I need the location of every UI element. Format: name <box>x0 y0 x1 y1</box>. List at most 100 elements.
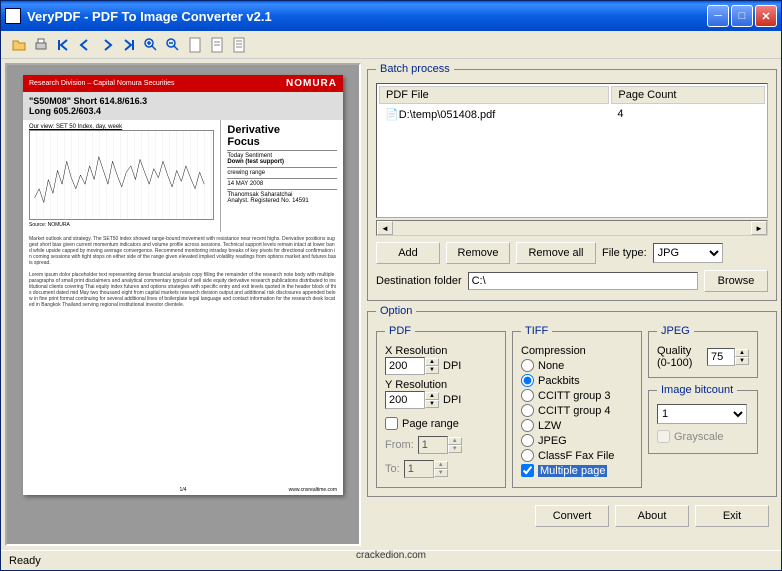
remove-button[interactable]: Remove <box>446 242 510 264</box>
col-pdf-file[interactable]: PDF File <box>379 86 609 104</box>
compression-label: Compression <box>521 345 633 357</box>
from-label: From: <box>385 439 414 451</box>
xres-input[interactable] <box>385 357 425 375</box>
packbits-radio[interactable] <box>521 374 534 387</box>
page-c-icon[interactable] <box>229 35 249 55</box>
to-down-icon: ▼ <box>434 469 448 477</box>
yres-down-icon[interactable]: ▼ <box>425 400 439 408</box>
lzw-radio[interactable] <box>521 419 534 432</box>
classf-radio[interactable] <box>521 449 534 462</box>
removeall-button[interactable]: Remove all <box>516 242 596 264</box>
last-page-icon[interactable] <box>119 35 139 55</box>
h-scrollbar[interactable]: ◄ ► <box>376 220 768 236</box>
tiff-legend: TIFF <box>521 325 552 337</box>
pdf-body-text: Market outlook and strategy. The SET50 i… <box>23 232 343 312</box>
option-group: Option PDF X Resolution ▲▼ DPI Y Resolut… <box>367 305 777 497</box>
side-h1: Derivative <box>227 124 337 136</box>
from-up-icon: ▲ <box>448 437 462 445</box>
to-up-icon: ▲ <box>434 461 448 469</box>
from-input <box>418 436 448 454</box>
none-radio[interactable] <box>521 359 534 372</box>
maximize-button[interactable]: □ <box>731 5 753 27</box>
scroll-right-icon[interactable]: ► <box>751 221 767 235</box>
jpeg-radio[interactable] <box>521 434 534 447</box>
quality-label: Quality (0-100) <box>657 345 703 369</box>
pagerange-check[interactable] <box>385 417 398 430</box>
page-b-icon[interactable] <box>207 35 227 55</box>
xres-up-icon[interactable]: ▲ <box>425 358 439 366</box>
side-h2: Focus <box>227 136 337 148</box>
status-bar: Ready crackedion.com <box>1 550 781 570</box>
tiff-group: TIFF Compression None Packbits CCITT gro… <box>512 325 642 488</box>
pdf-title-2: Long 605.2/603.4 <box>29 106 337 116</box>
exit-button[interactable]: Exit <box>695 505 769 527</box>
browse-button[interactable]: Browse <box>704 270 768 292</box>
toolbar <box>1 31 781 59</box>
jpeg-comp-label: JPEG <box>538 435 567 447</box>
filetype-select[interactable]: JPG <box>653 243 723 263</box>
quality-down-icon[interactable]: ▼ <box>735 357 749 365</box>
scroll-left-icon[interactable]: ◄ <box>377 221 393 235</box>
strategy: crewing range <box>227 167 337 176</box>
batch-legend: Batch process <box>376 63 454 75</box>
to-label: To: <box>385 463 400 475</box>
analyst-1: Thanomsak Saharatchai <box>227 189 337 198</box>
col-page-count[interactable]: Page Count <box>611 86 765 104</box>
lzw-label: LZW <box>538 420 561 432</box>
bitcount-select[interactable]: 1 <box>657 404 747 424</box>
yres-up-icon[interactable]: ▲ <box>425 392 439 400</box>
file-page-count: 4 <box>611 106 765 123</box>
ccitt4-label: CCITT group 4 <box>538 405 611 417</box>
prev-page-icon[interactable] <box>75 35 95 55</box>
multipage-label: Multiple page <box>538 465 607 477</box>
first-page-icon[interactable] <box>53 35 73 55</box>
app-icon <box>5 8 21 24</box>
dest-label: Destination folder <box>376 275 462 287</box>
jpeg-legend: JPEG <box>657 325 694 337</box>
pagerange-label: Page range <box>402 418 459 430</box>
quality-up-icon[interactable]: ▲ <box>735 349 749 357</box>
titlebar: VeryPDF - PDF To Image Converter v2.1 ─ … <box>1 1 781 31</box>
page-a-icon[interactable] <box>185 35 205 55</box>
pdf-legend: PDF <box>385 325 415 337</box>
none-label: None <box>538 360 564 372</box>
ccitt3-radio[interactable] <box>521 389 534 402</box>
footer-url: www.cnsrealtime.com <box>289 487 337 493</box>
multipage-check[interactable] <box>521 464 534 477</box>
close-button[interactable]: ✕ <box>755 5 777 27</box>
yres-input[interactable] <box>385 391 425 409</box>
zoomin-icon[interactable] <box>141 35 161 55</box>
file-path: D:\temp\051408.pdf <box>399 109 496 121</box>
pdf-title-1: "S50M08" Short 614.8/616.3 <box>29 96 337 106</box>
packbits-label: Packbits <box>538 375 580 387</box>
ccitt4-radio[interactable] <box>521 404 534 417</box>
watermark: crackedion.com <box>356 550 426 561</box>
add-button[interactable]: Add <box>376 242 440 264</box>
print-icon[interactable] <box>31 35 51 55</box>
chart-area <box>29 130 214 220</box>
table-row[interactable]: 📄D:\temp\051408.pdf 4 <box>379 106 765 123</box>
bitcount-group: Image bitcount 1 Grayscale <box>648 384 758 454</box>
classf-label: ClassF Fax File <box>538 450 614 462</box>
xres-down-icon[interactable]: ▼ <box>425 366 439 374</box>
open-icon[interactable] <box>9 35 29 55</box>
to-input <box>404 460 434 478</box>
file-table[interactable]: PDF File Page Count 📄D:\temp\051408.pdf … <box>376 83 768 218</box>
about-button[interactable]: About <box>615 505 689 527</box>
dest-input[interactable] <box>468 272 698 290</box>
batch-process-group: Batch process PDF File Page Count 📄D:\te… <box>367 63 777 301</box>
ccitt3-label: CCITT group 3 <box>538 390 611 402</box>
minimize-button[interactable]: ─ <box>707 5 729 27</box>
convert-button[interactable]: Convert <box>535 505 609 527</box>
pdf-group: PDF X Resolution ▲▼ DPI Y Resolution ▲▼ … <box>376 325 506 488</box>
status-text: Ready <box>9 555 41 567</box>
sentiment-value: Down (test support) <box>227 159 337 165</box>
zoomout-icon[interactable] <box>163 35 183 55</box>
from-down-icon: ▼ <box>448 445 462 453</box>
app-window: VeryPDF - PDF To Image Converter v2.1 ─ … <box>0 0 782 571</box>
pdf-header-text: Research Division – Capital Nomura Secur… <box>29 80 175 87</box>
next-page-icon[interactable] <box>97 35 117 55</box>
quality-input[interactable] <box>707 348 735 366</box>
grayscale-check <box>657 430 670 443</box>
preview-pane: Research Division – Capital Nomura Secur… <box>5 63 361 546</box>
